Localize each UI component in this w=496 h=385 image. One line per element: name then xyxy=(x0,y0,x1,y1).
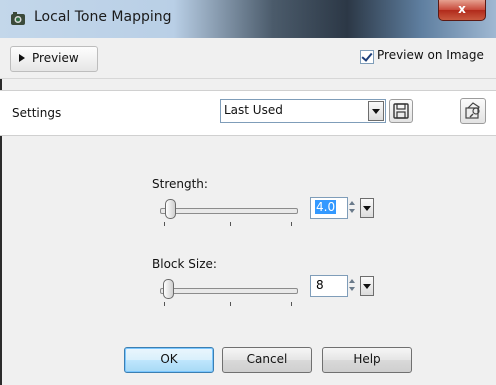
spin-down-icon[interactable] xyxy=(349,287,355,291)
strength-dropdown-button[interactable] xyxy=(360,198,374,218)
window-title: Local Tone Mapping xyxy=(34,9,172,25)
help-button[interactable]: Help xyxy=(322,347,412,373)
preset-manager-button[interactable] xyxy=(460,98,486,124)
app-icon xyxy=(11,12,25,25)
preset-manager-icon xyxy=(465,102,480,119)
block-size-value: 8 xyxy=(316,278,324,292)
chevron-down-icon xyxy=(363,284,371,289)
spin-up-icon[interactable] xyxy=(349,201,355,205)
spin-down-icon[interactable] xyxy=(349,209,355,213)
strength-value: 4.0 xyxy=(315,200,337,214)
strength-value-input[interactable]: 4.0 xyxy=(310,197,348,219)
close-icon: x xyxy=(458,2,466,16)
settings-label: Settings xyxy=(12,106,62,120)
chevron-down-icon xyxy=(372,109,380,114)
block-size-slider-thumb[interactable] xyxy=(163,279,174,299)
checkmark-icon xyxy=(361,50,373,62)
slider-tick xyxy=(164,222,165,226)
strength-spinner[interactable] xyxy=(348,197,358,217)
block-size-slider-track[interactable] xyxy=(160,288,298,294)
block-size-label: Block Size: xyxy=(152,257,217,271)
preset-dropdown[interactable]: Last Used xyxy=(220,99,386,123)
dialog-window: Local Tone Mapping x Preview Preview on … xyxy=(0,0,496,385)
preset-value: Last Used xyxy=(224,103,283,117)
slider-tick xyxy=(164,302,165,306)
ok-button[interactable]: OK xyxy=(124,347,214,373)
preview-on-image-label[interactable]: Preview on Image xyxy=(377,48,484,62)
block-size-dropdown-button[interactable] xyxy=(360,276,374,296)
block-size-slider[interactable] xyxy=(160,278,300,306)
strength-label: Strength: xyxy=(152,177,208,191)
preset-dropdown-button[interactable] xyxy=(368,101,384,121)
strength-slider-track[interactable] xyxy=(160,208,298,214)
spin-up-icon[interactable] xyxy=(349,279,355,283)
chevron-down-icon xyxy=(363,206,371,211)
cancel-button[interactable]: Cancel xyxy=(222,347,312,373)
floppy-disk-icon xyxy=(393,103,409,119)
triangle-right-icon xyxy=(19,54,25,62)
slider-tick xyxy=(230,302,231,306)
slider-tick xyxy=(230,222,231,226)
block-size-spinner[interactable] xyxy=(348,275,358,295)
close-button[interactable]: x xyxy=(438,0,486,21)
preview-on-image-checkbox[interactable] xyxy=(360,50,374,64)
slider-tick xyxy=(291,222,292,226)
strength-slider-thumb[interactable] xyxy=(165,199,176,219)
block-size-value-input[interactable]: 8 xyxy=(310,275,348,297)
strength-slider[interactable] xyxy=(160,198,300,226)
preview-bar: Preview Preview on Image xyxy=(0,38,496,79)
slider-tick xyxy=(291,302,292,306)
settings-row: Settings Last Used xyxy=(0,90,496,136)
title-bar[interactable]: Local Tone Mapping x xyxy=(0,0,496,39)
preview-toggle-label: Preview xyxy=(32,51,79,65)
save-preset-button[interactable] xyxy=(389,99,413,123)
preview-toggle-button[interactable]: Preview xyxy=(10,46,98,72)
